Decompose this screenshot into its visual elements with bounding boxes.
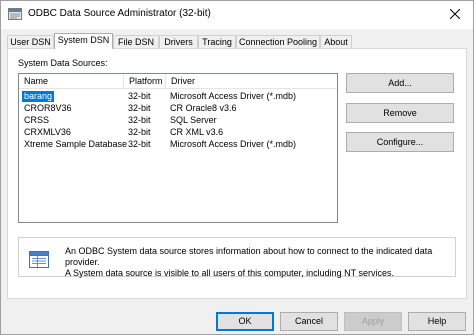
list-item-platform: 32-bit <box>128 127 151 137</box>
ok-button[interactable]: OK <box>216 312 274 331</box>
list-item-name: Xtreme Sample Database <box>24 139 128 149</box>
tab-tracing[interactable]: Tracing <box>198 35 236 49</box>
system-data-sources-list[interactable]: Name Platform Driver barang 32-bit Micro… <box>18 73 338 223</box>
list-header: Name Platform Driver <box>19 74 337 89</box>
tab-system-dsn[interactable]: System DSN <box>54 33 113 49</box>
close-button[interactable] <box>437 1 473 27</box>
title-bar[interactable]: ODBC Data Source Administrator (32-bit) <box>1 1 473 29</box>
tab-about[interactable]: About <box>320 35 352 49</box>
list-item-name: CRSS <box>24 115 50 125</box>
odbc-administrator-window: ODBC Data Source Administrator (32-bit) … <box>0 0 474 335</box>
list-item[interactable]: Xtreme Sample Database 32-bit Microsoft … <box>19 139 337 150</box>
info-line-1: An ODBC System data source stores inform… <box>65 246 433 267</box>
list-item[interactable]: CRXMLV36 32-bit CR XML v3.6 <box>19 127 337 138</box>
list-item-driver: Microsoft Access Driver (*.mdb) <box>170 91 297 101</box>
add-button[interactable]: Add... <box>346 73 454 93</box>
list-item-platform: 32-bit <box>128 115 151 125</box>
close-icon <box>450 9 460 19</box>
list-item-driver: Microsoft Access Driver (*.mdb) <box>170 139 297 149</box>
info-description: An ODBC System data source stores inform… <box>65 246 453 279</box>
list-item-platform: 32-bit <box>128 103 151 113</box>
list-item-platform: 32-bit <box>128 139 151 149</box>
list-item-name: CRXMLV36 <box>24 127 71 137</box>
window-title: ODBC Data Source Administrator (32-bit) <box>28 8 211 19</box>
tab-drivers[interactable]: Drivers <box>159 35 198 49</box>
configure-button[interactable]: Configure... <box>346 132 454 152</box>
tab-file-dsn[interactable]: File DSN <box>113 35 159 49</box>
data-source-info-icon <box>28 248 50 270</box>
system-data-sources-label: System Data Sources: <box>18 58 108 68</box>
info-line-2: A System data source is visible to all u… <box>65 268 394 278</box>
list-item-driver: CR XML v3.6 <box>170 127 224 137</box>
list-item[interactable]: CROR8V36 32-bit CR Oracle8 v3.6 <box>19 103 337 114</box>
list-item-name: barang <box>20 90 56 103</box>
cancel-button[interactable]: Cancel <box>280 312 338 331</box>
tab-connection-pooling[interactable]: Connection Pooling <box>236 35 320 49</box>
apply-button[interactable]: Apply <box>344 312 402 331</box>
help-button[interactable]: Help <box>408 312 466 331</box>
tab-user-dsn[interactable]: User DSN <box>7 35 54 49</box>
list-item-driver: CR Oracle8 v3.6 <box>170 103 237 113</box>
column-header-driver[interactable]: Driver <box>166 74 337 89</box>
list-item[interactable]: barang 32-bit Microsoft Access Driver (*… <box>19 90 337 103</box>
odbc-app-icon <box>8 8 22 20</box>
list-item-name: CROR8V36 <box>24 103 72 113</box>
column-header-platform[interactable]: Platform <box>124 74 166 89</box>
list-item-platform: 32-bit <box>128 91 151 101</box>
info-box: An ODBC System data source stores inform… <box>18 237 456 279</box>
list-item[interactable]: CRSS 32-bit SQL Server <box>19 115 337 126</box>
remove-button[interactable]: Remove <box>346 103 454 123</box>
system-dsn-panel: System Data Sources: Name Platform Drive… <box>7 48 467 299</box>
list-item-driver: SQL Server <box>170 115 217 125</box>
column-header-name[interactable]: Name <box>19 74 124 89</box>
